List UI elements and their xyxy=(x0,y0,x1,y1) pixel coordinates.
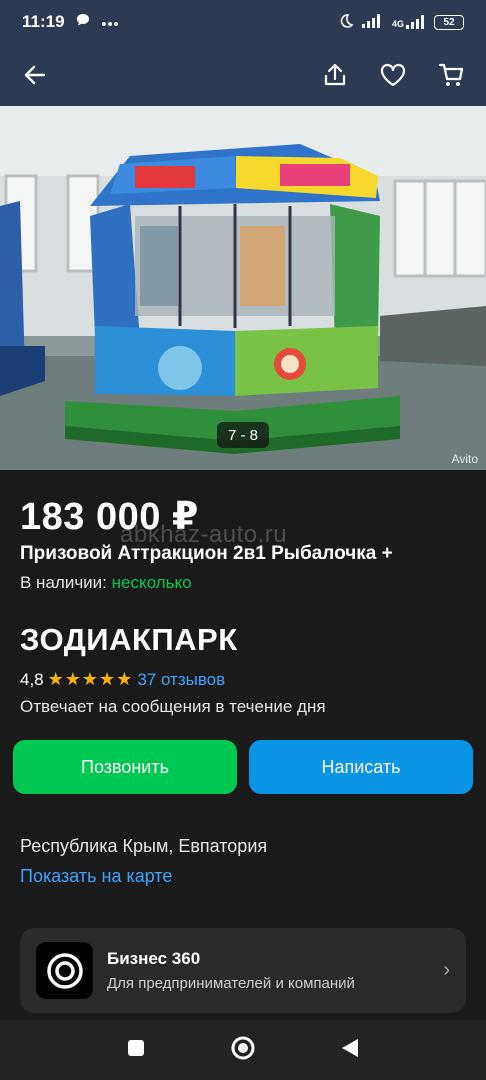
network-type-label: 4G xyxy=(391,19,404,29)
signal-4g-icon: 4G xyxy=(392,15,426,29)
rating-stars: ★★★★★ xyxy=(47,669,134,689)
chat-icon xyxy=(75,12,91,33)
back-arrow-icon[interactable] xyxy=(20,60,50,90)
recent-apps-icon[interactable] xyxy=(126,1038,146,1063)
stock-label: В наличии: xyxy=(20,573,112,592)
heart-icon[interactable] xyxy=(378,60,408,90)
stock-status: В наличии: несколько xyxy=(20,573,192,593)
show-on-map-link[interactable]: Показать на карте xyxy=(20,866,172,887)
app-bar xyxy=(0,44,486,106)
listing-title: Призовой Аттракцион 2в1 Рыбалочка + xyxy=(20,543,393,564)
signal-icon xyxy=(361,13,384,31)
location-address: Республика Крым, Евпатория xyxy=(20,836,268,856)
seller-rating: 4,8 ★★★★★ 37 отзывов xyxy=(20,669,225,690)
home-icon[interactable] xyxy=(230,1035,256,1066)
business-360-card[interactable]: Бизнес 360 Для предпринимателей и компан… xyxy=(20,928,466,1013)
cart-icon[interactable] xyxy=(436,60,466,90)
battery-icon: 52 xyxy=(434,14,464,30)
status-time: 11:19 xyxy=(22,12,65,31)
system-nav-bar xyxy=(0,1020,486,1080)
moon-icon xyxy=(338,13,354,32)
stock-value: несколько xyxy=(111,573,192,592)
business-360-logo-icon xyxy=(36,942,93,999)
rating-value: 4,8 xyxy=(20,669,44,689)
photo-watermark: Avito xyxy=(451,452,478,466)
seller-name[interactable]: ЗОДИАКПАРК xyxy=(20,622,238,658)
reviews-link[interactable]: 37 отзывов xyxy=(137,670,225,690)
response-time: Отвечает на сообщения в течение дня xyxy=(20,697,326,716)
more-dots-icon xyxy=(101,12,119,32)
back-triangle-icon[interactable] xyxy=(340,1037,360,1064)
photo-counter: 7 - 8 xyxy=(217,422,269,448)
listing-photo[interactable] xyxy=(0,106,486,470)
business-360-subtitle: Для предпринимателей и компаний xyxy=(107,975,355,992)
share-icon[interactable] xyxy=(320,60,350,90)
status-bar: 11:19 4G 52 xyxy=(0,0,486,44)
call-button[interactable]: Позвонить xyxy=(13,740,237,794)
chevron-right-icon: › xyxy=(443,959,450,981)
business-360-title: Бизнес 360 xyxy=(107,949,201,968)
write-button[interactable]: Написать xyxy=(249,740,473,794)
